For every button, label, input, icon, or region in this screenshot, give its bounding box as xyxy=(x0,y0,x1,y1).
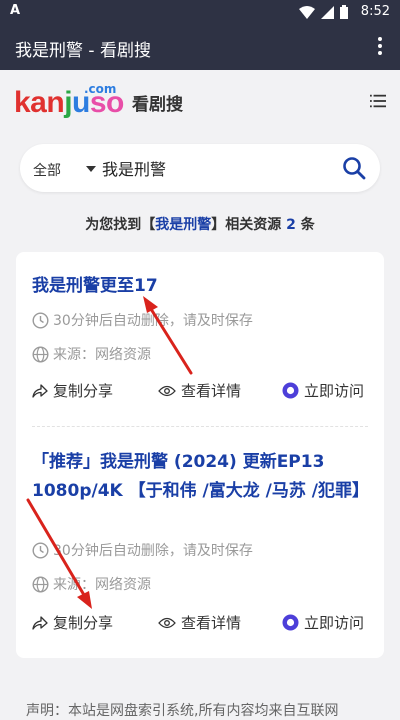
chevron-down-icon[interactable] xyxy=(86,166,96,172)
visit-icon xyxy=(282,382,299,399)
share-button[interactable]: 复制分享 xyxy=(32,612,113,633)
result-title[interactable]: 我是刑警更至17 xyxy=(32,272,368,301)
site-header: kanjuso .com 看剧搜 xyxy=(0,70,400,132)
clock-icon xyxy=(32,311,49,329)
status-bar: A 8:52 xyxy=(0,0,400,24)
notification-icon: A xyxy=(10,3,21,18)
status-icons xyxy=(299,5,348,19)
result-count-number: 2 xyxy=(286,217,296,233)
result-summary: 为您找到【我是刑警】相关资源 2 条 xyxy=(85,217,315,233)
category-select[interactable]: 全部 xyxy=(33,160,61,180)
overflow-menu-icon[interactable] xyxy=(370,34,390,60)
eye-icon xyxy=(158,617,176,628)
globe-icon xyxy=(32,345,49,363)
wifi-icon xyxy=(299,5,315,19)
visit-button[interactable]: 立即访问 xyxy=(282,380,364,401)
disclaimer: 声明：本站是网盘索引系统,所有内容均来自互联网 xyxy=(26,703,339,719)
clock-icon xyxy=(32,541,49,559)
results-card: 我是刑警更至17 30分钟后自动删除，请及时保存 来源：网络资源 复制分享 查看… xyxy=(16,252,384,658)
globe-icon xyxy=(32,575,49,593)
search-bar: 全部 xyxy=(20,144,380,192)
result-source: 来源：网络资源 xyxy=(32,574,151,594)
result-actions: 复制分享 查看详情 立即访问 xyxy=(32,380,368,402)
share-icon xyxy=(32,615,48,630)
details-button[interactable]: 查看详情 xyxy=(158,612,241,633)
app-bar: 我是刑警 - 看剧搜 xyxy=(0,24,400,70)
result-title[interactable]: 「推荐」我是刑警 (2024) 更新EP13 1080p/4K 【于和伟 /富大… xyxy=(32,448,369,506)
details-button[interactable]: 查看详情 xyxy=(158,380,241,401)
share-button[interactable]: 复制分享 xyxy=(32,380,113,401)
result-keyword: 我是刑警 xyxy=(155,217,212,233)
site-name: 看剧搜 xyxy=(132,95,183,115)
share-icon xyxy=(32,383,48,398)
visit-icon xyxy=(282,614,299,631)
battery-icon xyxy=(340,5,348,19)
hamburger-menu-icon[interactable] xyxy=(370,94,386,108)
status-time: 8:52 xyxy=(360,4,390,19)
result-source: 来源：网络资源 xyxy=(32,344,151,364)
result-item: 「推荐」我是刑警 (2024) 更新EP13 1080p/4K 【于和伟 /富大… xyxy=(32,448,369,640)
result-expiry: 30分钟后自动删除，请及时保存 xyxy=(32,540,253,560)
result-item: 我是刑警更至17 30分钟后自动删除，请及时保存 来源：网络资源 复制分享 查看… xyxy=(32,272,368,412)
result-expiry: 30分钟后自动删除，请及时保存 xyxy=(32,310,253,330)
logo-suffix: .com xyxy=(84,82,117,96)
signal-icon xyxy=(321,5,334,19)
result-actions: 复制分享 查看详情 立即访问 xyxy=(32,612,368,634)
site-logo[interactable]: kanjuso .com xyxy=(14,82,124,122)
app-title: 我是刑警 - 看剧搜 xyxy=(15,41,151,61)
result-divider xyxy=(32,426,368,427)
search-input[interactable] xyxy=(102,158,322,177)
search-icon[interactable] xyxy=(342,156,366,180)
eye-icon xyxy=(158,385,176,396)
visit-button[interactable]: 立即访问 xyxy=(282,612,364,633)
